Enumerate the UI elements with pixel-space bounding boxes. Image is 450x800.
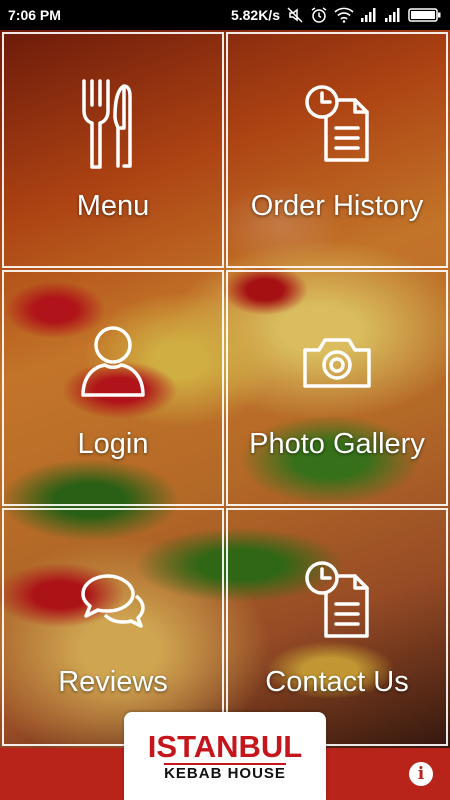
camera-icon bbox=[302, 316, 372, 408]
reviews-label: Reviews bbox=[58, 666, 168, 698]
fork-knife-icon bbox=[78, 78, 148, 170]
alarm-icon bbox=[310, 6, 328, 24]
photo-gallery-tile[interactable]: Photo Gallery bbox=[226, 270, 448, 506]
user-icon bbox=[78, 316, 148, 408]
chat-bubbles-icon bbox=[78, 554, 148, 646]
info-icon-glyph: i bbox=[417, 764, 425, 784]
battery-icon bbox=[408, 7, 442, 23]
contact-icon bbox=[302, 554, 372, 646]
signal-icon bbox=[384, 7, 402, 23]
photo-gallery-label: Photo Gallery bbox=[249, 428, 425, 460]
menu-label: Menu bbox=[76, 190, 150, 222]
status-time: 7:06 PM bbox=[8, 7, 61, 23]
status-bar: 7:06 PM 5.82K/s bbox=[0, 0, 450, 30]
order-history-label: Order History bbox=[250, 190, 424, 222]
reviews-tile[interactable]: Reviews bbox=[2, 508, 224, 746]
logo-sub-text: KEBAB HOUSE bbox=[164, 762, 286, 782]
login-tile[interactable]: Login bbox=[2, 270, 224, 506]
restaurant-logo: ISTANBUL KEBAB HOUSE bbox=[124, 712, 326, 800]
mute-icon bbox=[286, 6, 304, 24]
order-history-icon bbox=[302, 78, 372, 170]
logo-main-text: ISTANBUL bbox=[147, 728, 303, 764]
network-speed: 5.82K/s bbox=[230, 7, 280, 23]
contact-us-tile[interactable]: Contact Us bbox=[226, 508, 448, 746]
order-history-tile[interactable]: Order History bbox=[226, 32, 448, 268]
login-label: Login bbox=[77, 428, 149, 460]
signal-icon bbox=[360, 7, 378, 23]
info-icon[interactable]: i bbox=[409, 762, 433, 786]
menu-tile[interactable]: Menu bbox=[2, 32, 224, 268]
wifi-icon bbox=[334, 7, 354, 23]
status-icons: 5.82K/s bbox=[231, 6, 442, 24]
contact-us-label: Contact Us bbox=[265, 666, 409, 698]
navigation-grid: Menu Order History Login Photo Gallery R… bbox=[0, 30, 450, 748]
